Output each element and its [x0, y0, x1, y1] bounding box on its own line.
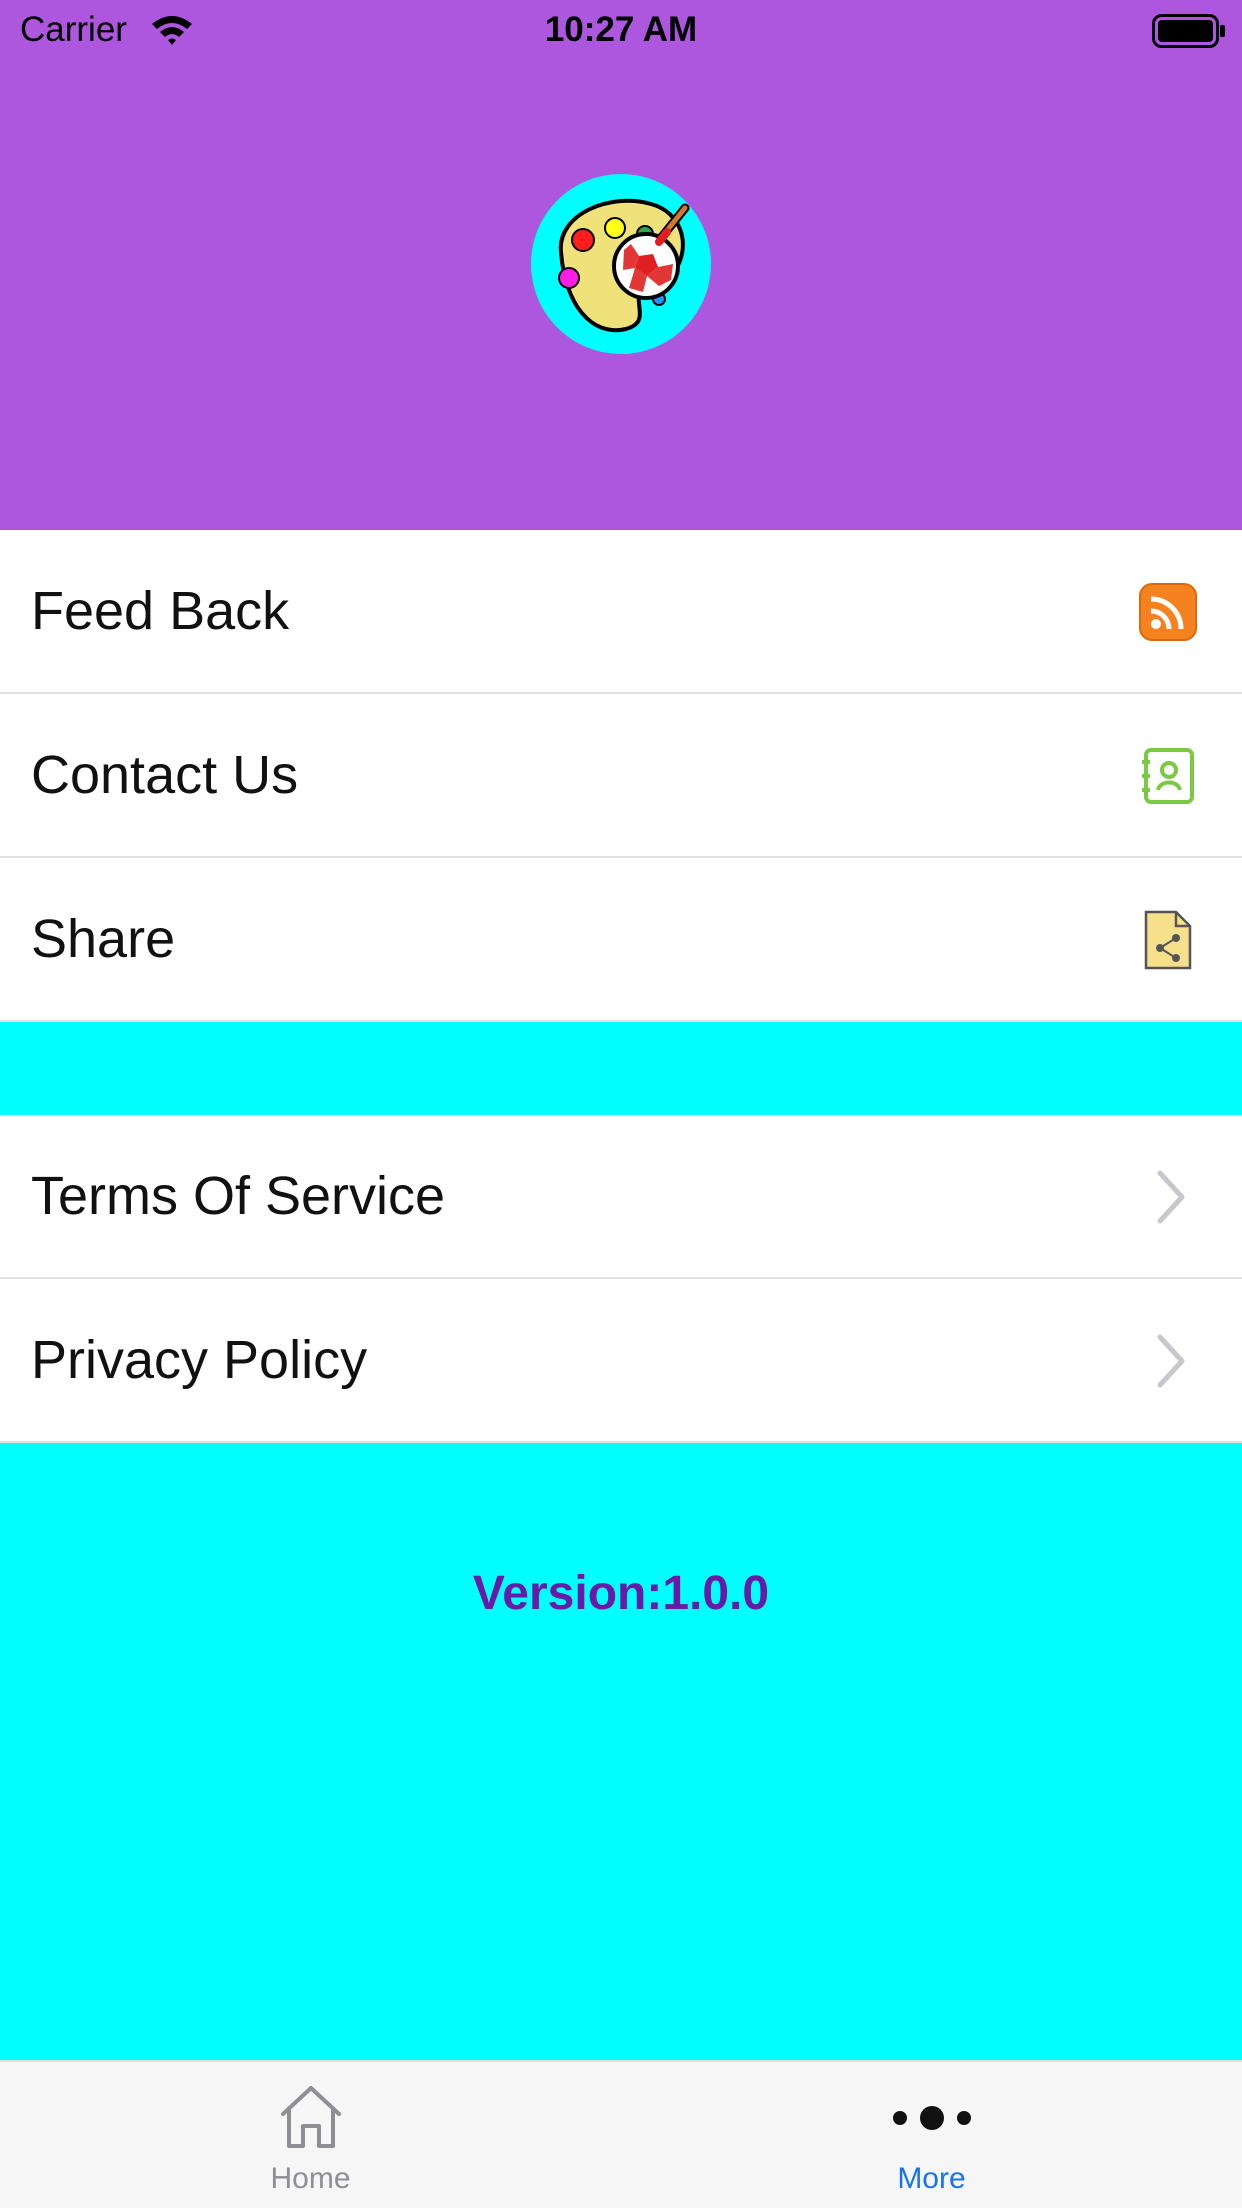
menu-item-label: Share	[31, 909, 176, 969]
battery-icon	[1152, 14, 1226, 57]
menu-item-label: Feed Back	[31, 581, 290, 641]
app-logo	[531, 174, 711, 354]
paint-palette-soccer-ball-icon	[558, 198, 690, 333]
tab-home[interactable]: Home	[0, 2062, 621, 2208]
tab-bar: Home More	[0, 2060, 1242, 2208]
menu-item-privacy-policy[interactable]: Privacy Policy	[0, 1279, 1242, 1443]
menu-item-label: Privacy Policy	[31, 1330, 368, 1390]
menu-item-terms-of-service[interactable]: Terms Of Service	[0, 1115, 1242, 1279]
chevron-right-icon	[1154, 1331, 1188, 1391]
rss-feed-icon	[1138, 582, 1198, 642]
tab-label: Home	[270, 2162, 351, 2195]
app-version: Version:1.0.0	[472, 1567, 770, 1620]
menu-item-share[interactable]: Share	[0, 858, 1242, 1022]
tab-more[interactable]: More	[621, 2062, 1242, 2208]
more-dots-icon	[621, 2084, 1242, 2154]
chevron-right-icon	[1154, 1167, 1188, 1227]
status-time: 10:27 AM	[544, 10, 698, 49]
share-document-icon	[1138, 910, 1198, 970]
menu-item-label: Terms Of Service	[31, 1166, 446, 1226]
menu-item-contact-us[interactable]: Contact Us	[0, 694, 1242, 858]
contact-book-icon	[1138, 746, 1198, 806]
menu-item-feedback[interactable]: Feed Back	[0, 530, 1242, 694]
status-bar: Carrier 10:27 AM	[0, 0, 1242, 62]
home-icon	[0, 2084, 621, 2154]
tab-label: More	[897, 2162, 966, 2195]
menu-item-label: Contact Us	[31, 745, 299, 805]
